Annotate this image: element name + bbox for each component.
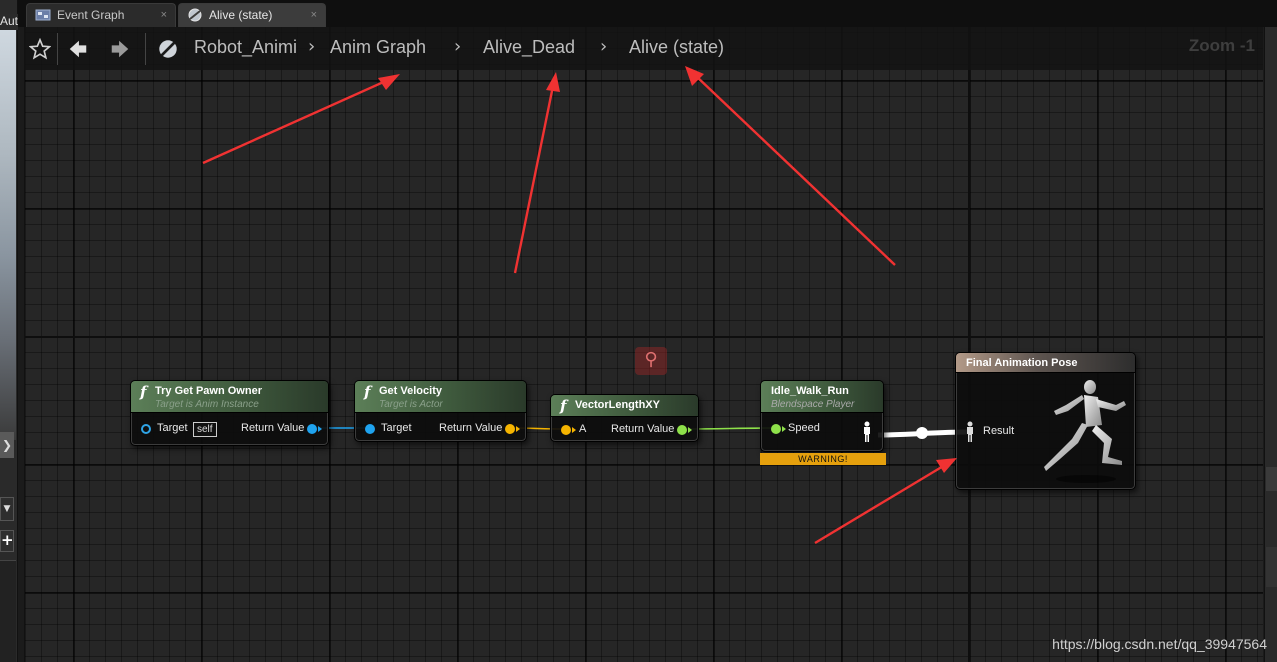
pin-label: Target (381, 422, 412, 434)
document-tab-strip: Event Graph × Alive (state) × (0, 0, 1277, 27)
node-title: Idle_Walk_Run (771, 385, 849, 397)
running-mannequin-icon (1044, 380, 1126, 483)
breadcrumb-chevron-icon: › (600, 36, 608, 57)
breadcrumb-alive-dead[interactable]: Alive_Dead (483, 37, 575, 58)
left-panel-edge: Aut ❯ ▼ + (0, 0, 18, 662)
left-lower-panel (0, 560, 16, 662)
return-value-pin[interactable] (307, 424, 317, 434)
tab-label: Event Graph (57, 8, 125, 22)
breadcrumb-robot-animi[interactable]: Robot_Animi (194, 37, 297, 58)
node-header: Idle_Walk_Run Blendspace Player (761, 381, 883, 413)
node-title: VectorLengthXY (575, 399, 660, 411)
node-subtitle: Target is Actor (379, 399, 443, 410)
pin-arrow-icon (688, 427, 692, 433)
breadcrumb-chevron-icon: › (454, 36, 462, 57)
breadcrumb-alive-state[interactable]: Alive (state) (629, 37, 724, 58)
node-header: f Get Velocity Target is Actor (355, 381, 526, 413)
back-arrow-icon[interactable] (64, 35, 92, 63)
breadcrumb-anim-graph[interactable]: Anim Graph (330, 37, 426, 58)
graph-origin-vertical-line (968, 27, 970, 662)
pin-label: Result (983, 425, 1015, 437)
close-icon[interactable]: × (161, 9, 167, 21)
node-subtitle: Target is Anim Instance (155, 399, 259, 410)
function-icon: f (560, 397, 567, 415)
pin-label: Return Value (439, 422, 503, 434)
tab-label: Alive (state) (209, 8, 273, 22)
self-default-value[interactable]: self (193, 422, 217, 437)
state-icon (188, 8, 202, 22)
pose-input-icon[interactable] (964, 421, 976, 443)
node-subtitle: Blendspace Player (771, 399, 855, 410)
node-header: Final Animation Pose (956, 353, 1135, 373)
graph-origin-horizontal-line (25, 336, 1263, 338)
node-header: f Try Get Pawn Owner Target is Anim Inst… (131, 381, 328, 413)
pin-arrow-icon (572, 427, 576, 433)
dropdown-icon[interactable]: ▼ (0, 497, 14, 521)
breadcrumb-toolbar: Robot_Animi › Anim Graph › Alive_Dead › … (24, 27, 1263, 70)
close-icon[interactable]: × (311, 9, 317, 21)
node-idle-walk-run[interactable]: Idle_Walk_Run Blendspace Player Speed WA… (760, 380, 886, 465)
pin-arrow-icon (516, 426, 520, 432)
node-get-velocity[interactable]: f Get Velocity Target is Actor Target Re… (354, 380, 527, 442)
pin-label: Return Value (611, 423, 675, 435)
node-title: Final Animation Pose (966, 357, 1078, 369)
node-title: Try Get Pawn Owner (155, 385, 262, 397)
favorite-star-icon[interactable] (26, 35, 54, 63)
panel-cut-label: Aut (0, 14, 18, 30)
node-title: Get Velocity (379, 385, 442, 397)
pin-label: Target (157, 422, 188, 434)
pin-arrow-icon (318, 426, 322, 432)
return-value-pin[interactable] (677, 425, 687, 435)
pin-label: Speed (788, 422, 820, 434)
zoom-level: Zoom -1 (1188, 36, 1255, 55)
toolbar-separator (57, 33, 58, 65)
speed-pin[interactable] (771, 424, 781, 434)
pin-label: Return Value (241, 422, 305, 434)
search-icon[interactable]: ⚲ (635, 347, 667, 375)
warning-badge: WARNING! (760, 453, 886, 465)
unreal-anim-graph-editor: Event Graph × Alive (state) × Aut ❯ ▼ + (0, 0, 1277, 662)
watermark-text: https://blog.csdn.net/qq_39947564 (1052, 636, 1267, 652)
pose-output-icon[interactable] (861, 421, 873, 443)
node-final-animation-pose[interactable]: Final Animation Pose Result (955, 352, 1136, 490)
pin-label: A (579, 423, 587, 435)
right-panel-segment (1266, 547, 1277, 587)
target-pin[interactable] (365, 424, 375, 434)
breadcrumb-chevron-icon: › (308, 36, 316, 57)
node-header: f VectorLengthXY (551, 395, 698, 417)
expand-panel-button[interactable]: ❯ (0, 432, 14, 458)
return-value-pin[interactable] (505, 424, 515, 434)
forward-arrow-icon[interactable] (106, 35, 134, 63)
viewport-preview-thumbnail (0, 30, 16, 440)
add-button[interactable]: + (0, 530, 14, 552)
tab-event-graph[interactable]: Event Graph × (26, 3, 176, 27)
right-panel-edge (1264, 27, 1277, 662)
state-icon (154, 35, 182, 63)
pin-arrow-icon (782, 426, 786, 432)
a-input-pin[interactable] (561, 425, 571, 435)
scrollbar-thumb[interactable] (1266, 467, 1277, 491)
function-icon: f (140, 383, 147, 401)
event-graph-icon (35, 9, 51, 21)
node-vector-length-xy[interactable]: f VectorLengthXY A Return Value (550, 394, 699, 442)
target-pin[interactable] (141, 424, 151, 434)
tab-alive-state[interactable]: Alive (state) × (178, 3, 326, 27)
function-icon: f (364, 383, 371, 401)
graph-canvas[interactable] (24, 27, 1263, 662)
node-try-get-pawn-owner[interactable]: f Try Get Pawn Owner Target is Anim Inst… (130, 380, 329, 446)
toolbar-separator (145, 33, 146, 65)
